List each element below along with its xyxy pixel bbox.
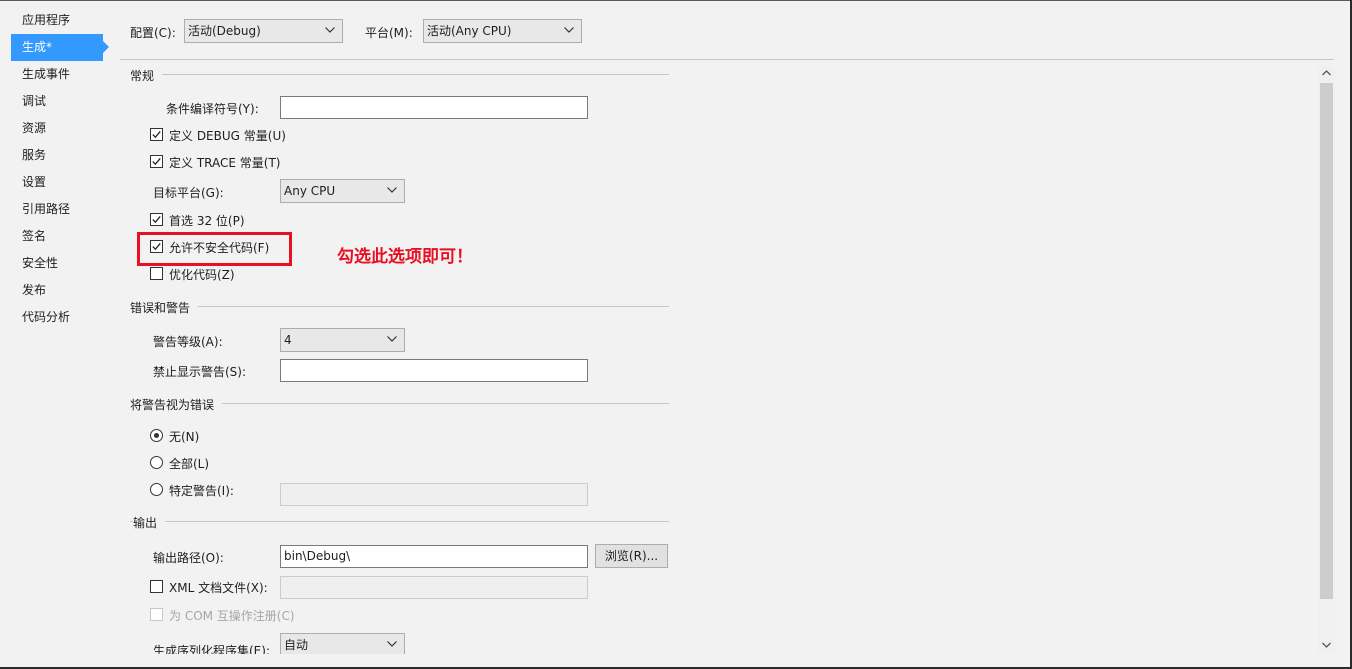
target-platform-select[interactable]: Any CPU bbox=[280, 179, 405, 203]
serialization-select[interactable]: 自动 bbox=[280, 633, 405, 654]
sidebar-item-debug[interactable]: 调试 bbox=[11, 88, 111, 115]
scrollbar-thumb[interactable] bbox=[1320, 83, 1333, 599]
sidebar-item-security[interactable]: 安全性 bbox=[11, 250, 111, 277]
treat-none-radio[interactable] bbox=[150, 429, 163, 442]
config-select-value: 活动(Debug) bbox=[188, 24, 261, 38]
window-top-border bbox=[0, 0, 1352, 1]
annotation-text: 勾选此选项即可！ bbox=[337, 247, 473, 267]
config-label: 配置(C): bbox=[130, 26, 176, 40]
xml-doc-checkbox[interactable] bbox=[150, 580, 163, 593]
config-select[interactable]: 活动(Debug) bbox=[184, 19, 343, 43]
treat-specific-label: 特定警告(I): bbox=[169, 484, 234, 498]
xml-doc-label: XML 文档文件(X): bbox=[169, 581, 268, 595]
output-divider bbox=[130, 521, 669, 522]
serialization-value: 自动 bbox=[284, 638, 309, 652]
sidebar-item-build-events[interactable]: 生成事件 bbox=[11, 61, 111, 88]
output-path-input[interactable]: bin\Debug\ bbox=[280, 545, 588, 568]
serialization-label: 生成序列化程序集(E): bbox=[153, 644, 270, 654]
platform-select[interactable]: 活动(Any CPU) bbox=[423, 19, 582, 43]
sidebar-item-application[interactable]: 应用程序 bbox=[11, 7, 111, 34]
radio-selected-dot bbox=[154, 433, 159, 438]
conditional-symbols-label: 条件编译符号(Y): bbox=[166, 102, 259, 116]
suppress-warnings-label: 禁止显示警告(S): bbox=[153, 365, 247, 379]
specific-warnings-input bbox=[280, 483, 588, 506]
define-debug-checkbox[interactable] bbox=[150, 128, 163, 141]
sidebar-item-code-analysis[interactable]: 代码分析 bbox=[11, 304, 111, 331]
treat-specific-radio[interactable] bbox=[150, 483, 163, 496]
xml-doc-input bbox=[280, 576, 588, 599]
sidebar: 应用程序 生成* 生成事件 调试 资源 服务 设置 引用路径 签名 安全性 发布… bbox=[11, 7, 111, 331]
sidebar-item-settings[interactable]: 设置 bbox=[11, 169, 111, 196]
chevron-down-icon bbox=[386, 329, 398, 351]
topbar-divider bbox=[120, 59, 1334, 60]
suppress-warnings-input[interactable] bbox=[280, 359, 588, 382]
general-divider bbox=[130, 74, 669, 75]
treat-all-radio[interactable] bbox=[150, 456, 163, 469]
target-platform-label: 目标平台(G): bbox=[153, 186, 224, 200]
warning-level-select[interactable]: 4 bbox=[280, 328, 405, 352]
warning-level-label: 警告等级(A): bbox=[153, 335, 223, 349]
define-trace-label: 定义 TRACE 常量(T) bbox=[169, 156, 281, 170]
general-section-title: 常规 bbox=[130, 67, 163, 84]
sidebar-item-signing[interactable]: 签名 bbox=[11, 223, 111, 250]
highlight-box bbox=[137, 232, 292, 266]
com-register-label: 为 COM 互操作注册(C) bbox=[169, 609, 295, 623]
browse-button[interactable]: 浏览(R)... bbox=[595, 544, 668, 568]
prefer32-checkbox[interactable] bbox=[150, 213, 163, 226]
conditional-symbols-input[interactable] bbox=[280, 96, 588, 119]
define-trace-checkbox[interactable] bbox=[150, 155, 163, 168]
sidebar-item-reference-paths[interactable]: 引用路径 bbox=[11, 196, 111, 223]
vertical-scrollbar[interactable] bbox=[1318, 65, 1335, 654]
platform-select-value: 活动(Any CPU) bbox=[427, 24, 512, 38]
sidebar-item-services[interactable]: 服务 bbox=[11, 142, 111, 169]
build-properties-panel: 常规 条件编译符号(Y): 定义 DEBUG 常量(U) 定义 TRACE 常量… bbox=[112, 64, 1318, 654]
errors-divider bbox=[130, 306, 669, 307]
optimize-label: 优化代码(Z) bbox=[169, 268, 235, 282]
com-register-checkbox bbox=[150, 608, 163, 621]
scroll-up-arrow-icon[interactable] bbox=[1318, 65, 1335, 82]
treat-warnings-section-title: 将警告视为错误 bbox=[130, 396, 223, 413]
optimize-checkbox[interactable] bbox=[150, 267, 163, 280]
output-path-label: 输出路径(O): bbox=[153, 551, 224, 565]
output-section-title: 输出 bbox=[133, 514, 166, 531]
platform-label: 平台(M): bbox=[365, 26, 413, 40]
prefer32-label: 首选 32 位(P) bbox=[169, 214, 245, 228]
scroll-down-arrow-icon[interactable] bbox=[1318, 637, 1335, 654]
chevron-down-icon bbox=[324, 20, 336, 42]
sidebar-item-publish[interactable]: 发布 bbox=[11, 277, 111, 304]
warning-level-value: 4 bbox=[284, 333, 292, 347]
chevron-down-icon bbox=[386, 634, 398, 654]
chevron-down-icon bbox=[386, 180, 398, 202]
treat-none-label: 无(N) bbox=[169, 430, 200, 444]
sidebar-item-resources[interactable]: 资源 bbox=[11, 115, 111, 142]
sidebar-item-build[interactable]: 生成* bbox=[11, 34, 109, 61]
treat-all-label: 全部(L) bbox=[169, 457, 210, 471]
errors-section-title: 错误和警告 bbox=[130, 299, 199, 316]
target-platform-value: Any CPU bbox=[284, 184, 336, 198]
chevron-down-icon bbox=[563, 20, 575, 42]
define-debug-label: 定义 DEBUG 常量(U) bbox=[169, 129, 286, 143]
